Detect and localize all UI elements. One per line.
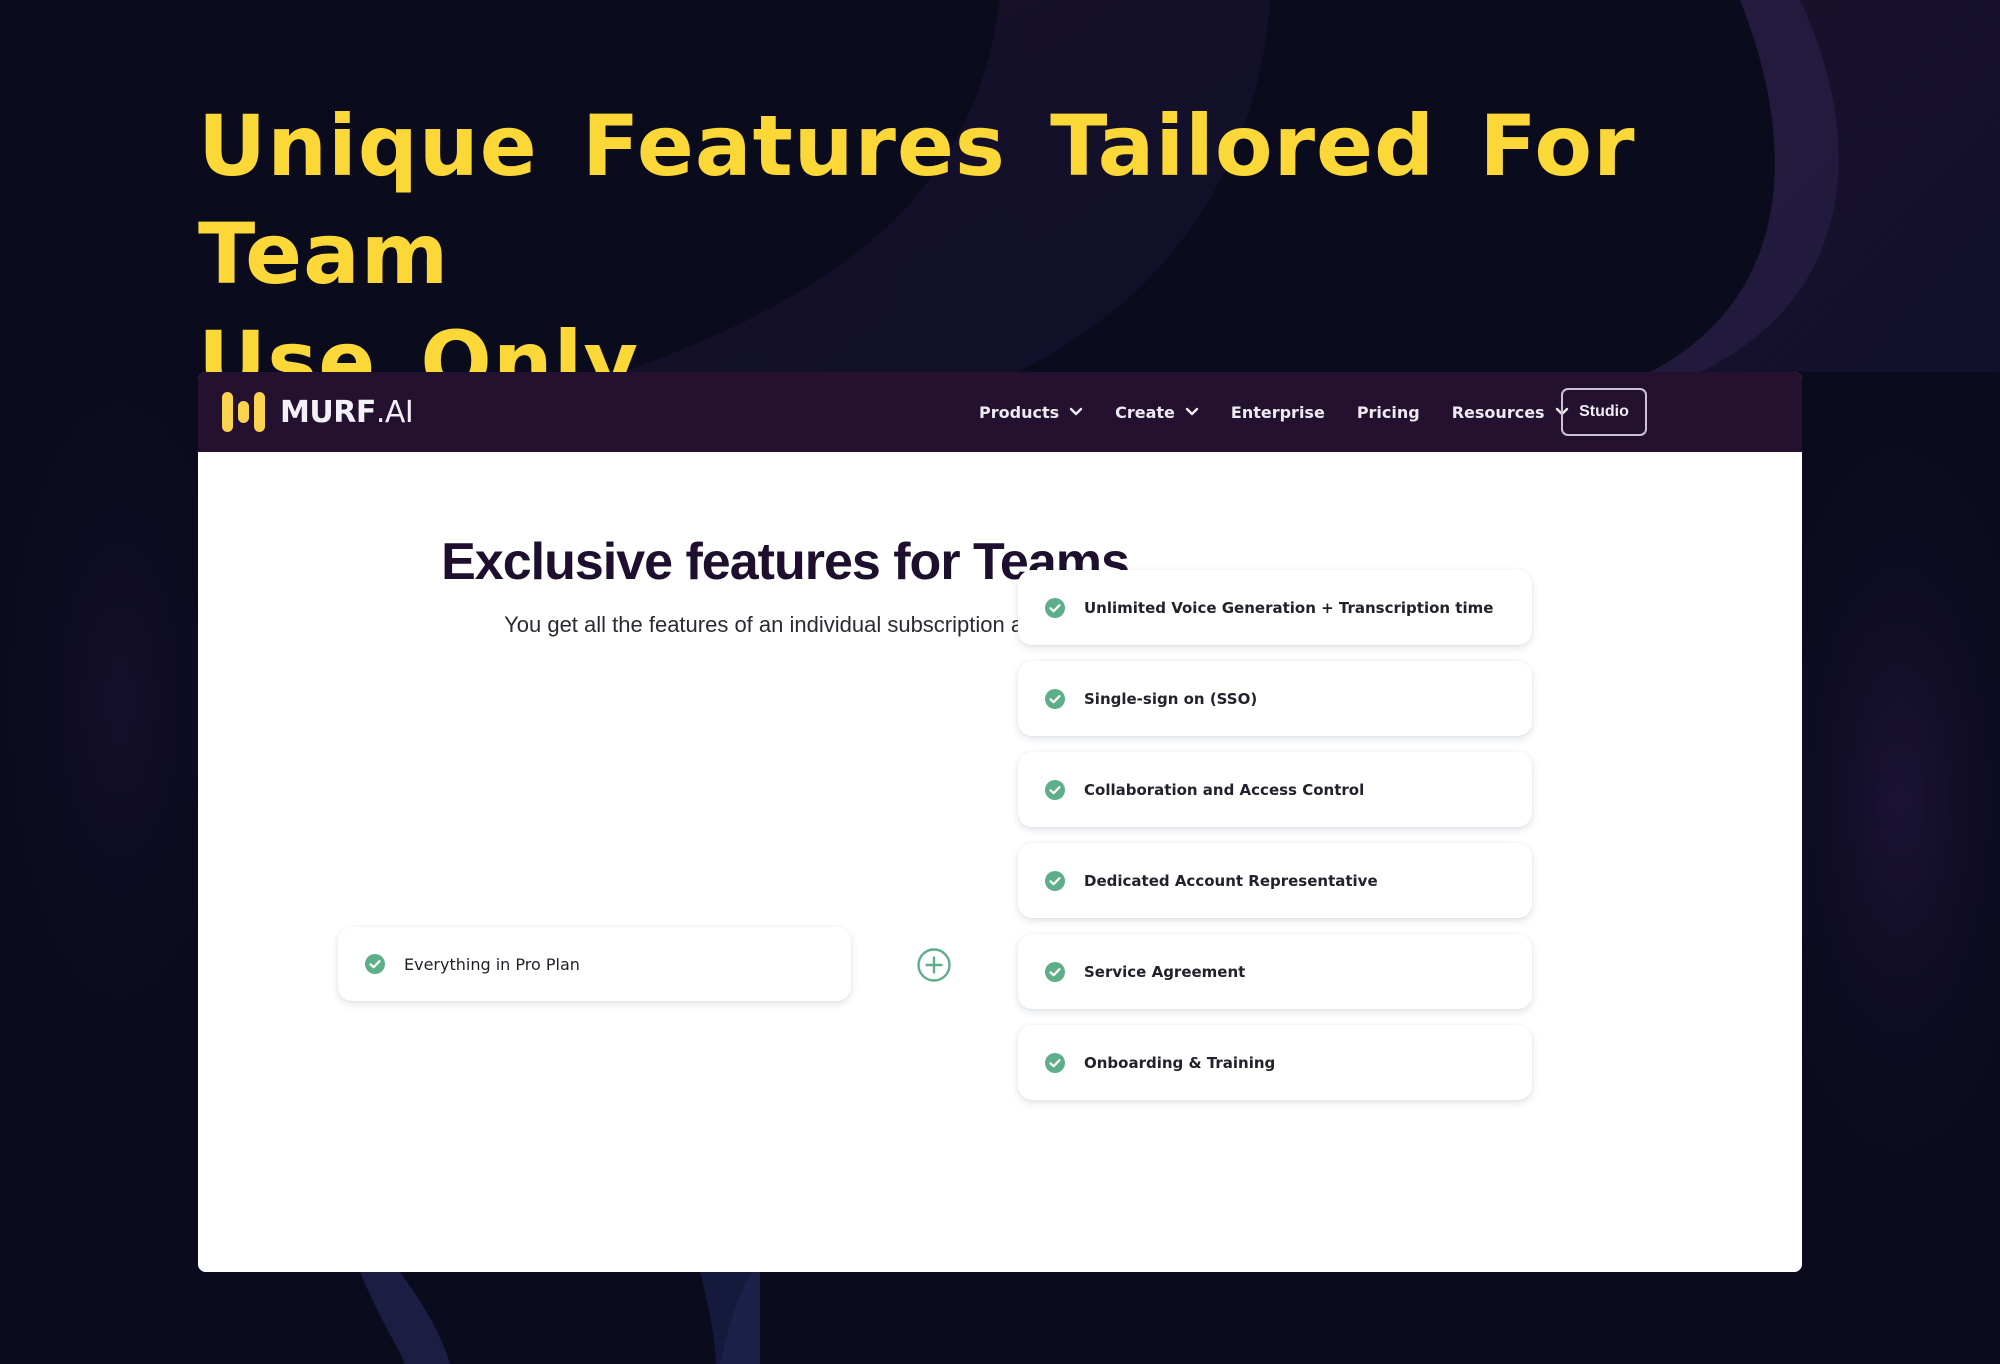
top-navigation: MURF.AI Products Create Enterprise Prici… bbox=[198, 372, 1802, 452]
feature-card: Service Agreement bbox=[1018, 934, 1532, 1009]
check-circle-icon bbox=[365, 954, 385, 974]
main-content: Exclusive features for Teams You get all… bbox=[198, 452, 1802, 1272]
nav-item-pricing[interactable]: Pricing bbox=[1357, 403, 1420, 422]
browser-screenshot: MURF.AI Products Create Enterprise Prici… bbox=[198, 372, 1802, 1272]
feature-label: Collaboration and Access Control bbox=[1084, 780, 1365, 799]
nav-links: Products Create Enterprise Pricing Resou… bbox=[979, 372, 1601, 452]
feature-label: Single-sign on (SSO) bbox=[1084, 689, 1258, 708]
feature-label: Unlimited Voice Generation + Transcripti… bbox=[1084, 598, 1494, 617]
check-circle-icon bbox=[1045, 1052, 1065, 1073]
check-circle-icon bbox=[1045, 688, 1065, 709]
feature-card: Single-sign on (SSO) bbox=[1018, 661, 1532, 736]
feature-card: Unlimited Voice Generation + Transcripti… bbox=[1018, 570, 1532, 645]
nav-item-enterprise[interactable]: Enterprise bbox=[1231, 403, 1325, 422]
plus-circle-icon bbox=[917, 948, 951, 982]
feature-label: Onboarding & Training bbox=[1084, 1053, 1276, 1072]
check-circle-icon bbox=[1045, 870, 1065, 891]
nav-item-create[interactable]: Create bbox=[1115, 403, 1199, 422]
check-circle-icon bbox=[1045, 779, 1065, 800]
check-circle-icon bbox=[1045, 961, 1065, 982]
headline-line-1: Unique Features Tailored For Team bbox=[198, 97, 1636, 303]
check-circle-icon bbox=[1045, 597, 1065, 618]
feature-card: Collaboration and Access Control bbox=[1018, 752, 1532, 827]
feature-label: Dedicated Account Representative bbox=[1084, 871, 1378, 890]
murf-logo-icon bbox=[222, 390, 266, 434]
base-plan-card: Everything in Pro Plan bbox=[338, 927, 851, 1001]
chevron-down-icon bbox=[1185, 407, 1199, 416]
studio-button[interactable]: Studio bbox=[1561, 388, 1647, 436]
nav-item-resources[interactable]: Resources bbox=[1452, 403, 1569, 422]
feature-card: Dedicated Account Representative bbox=[1018, 843, 1532, 918]
nav-item-products[interactable]: Products bbox=[979, 403, 1083, 422]
feature-label: Service Agreement bbox=[1084, 962, 1246, 981]
chevron-down-icon bbox=[1069, 407, 1083, 416]
base-plan-label: Everything in Pro Plan bbox=[404, 954, 580, 974]
murf-logo[interactable]: MURF.AI bbox=[222, 390, 414, 434]
feature-card: Onboarding & Training bbox=[1018, 1025, 1532, 1100]
bg-swoosh-bottom bbox=[360, 1272, 450, 1364]
logo-wordmark: MURF.AI bbox=[280, 394, 414, 430]
headline: Unique Features Tailored For Team Use On… bbox=[198, 92, 1698, 416]
